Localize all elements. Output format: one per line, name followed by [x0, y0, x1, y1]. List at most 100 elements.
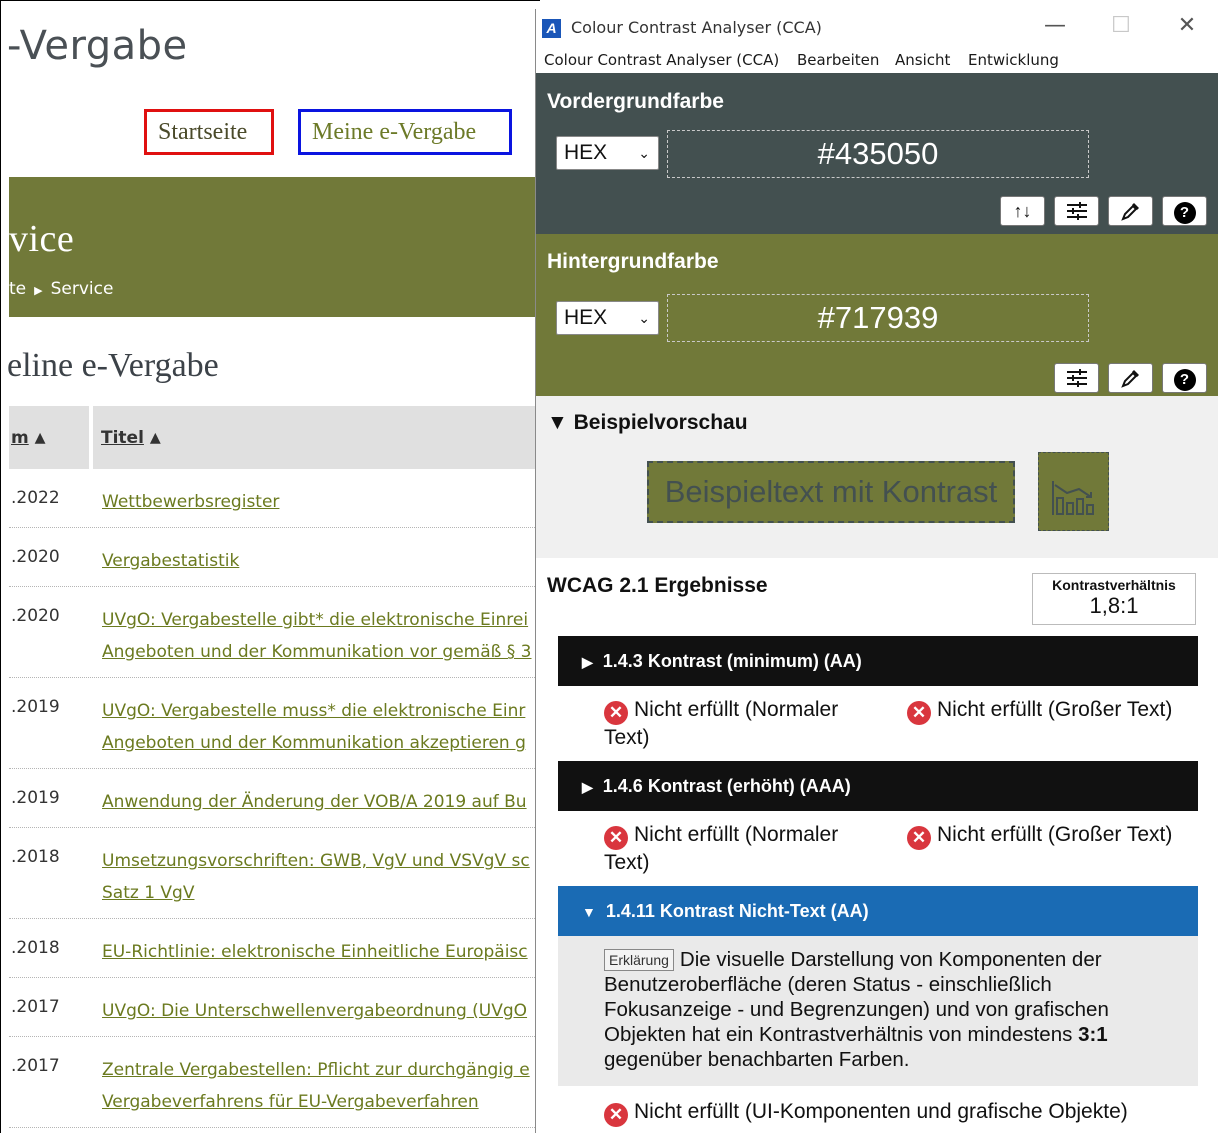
table-row: .2019 Anwendung der Änderung der VOB/A 20…: [9, 769, 540, 828]
row-title-link[interactable]: Umsetzungsvorschriften: GWB, VgV und VSV…: [102, 845, 540, 909]
row-title-line[interactable]: Angeboten und der Kommunikation akzeptie…: [102, 727, 540, 759]
background-help-button[interactable]: ?: [1162, 363, 1207, 393]
row-date: .2020: [11, 547, 60, 567]
row-title-link[interactable]: Vergabestatistik: [102, 545, 540, 577]
result-large-text-1-4-3: ✕ Nicht erfüllt (Großer Text): [907, 697, 1207, 725]
section-title: eline e-Vergabe: [7, 347, 219, 384]
row-title-line[interactable]: Vergabestatistik: [102, 545, 540, 577]
row-title-line[interactable]: UVgO: Vergabestelle muss* die elektronis…: [102, 695, 540, 727]
background-hex-input[interactable]: #717939: [667, 294, 1089, 342]
results-section: WCAG 2.1 Ergebnisse Kontrastverhältnis 1…: [536, 558, 1218, 1133]
row-title-line[interactable]: UVgO: Die Unterschwellenvergabeordnung (…: [102, 995, 540, 1027]
foreground-label: Vordergrundfarbe: [547, 90, 724, 113]
background-sliders-button[interactable]: [1054, 363, 1099, 393]
row-title-link[interactable]: UVgO: Die Unterschwellenvergabeordnung (…: [102, 995, 540, 1027]
row-title-link[interactable]: Anwendung der Änderung der VOB/A 2019 au…: [102, 786, 540, 818]
row-title-link[interactable]: Zentrale Vergabestellen: Pflicht zur dur…: [102, 1054, 540, 1118]
contrast-ratio-box: Kontrastverhältnis 1,8:1: [1032, 573, 1196, 625]
foreground-hex-input[interactable]: #435050: [667, 130, 1089, 178]
criterion-1-4-11-toggle[interactable]: ▼ 1.4.11 Kontrast Nicht-Text (AA): [558, 886, 1198, 936]
menu-app[interactable]: Colour Contrast Analyser (CCA): [544, 51, 779, 69]
background-label: Hintergrundfarbe: [547, 250, 719, 273]
result-large-text-1-4-6: ✕ Nicht erfüllt (Großer Text): [907, 822, 1207, 850]
swap-colors-button[interactable]: ↑↓: [1000, 196, 1045, 226]
eyedropper-icon: [1120, 203, 1139, 221]
foreground-help-button[interactable]: ?: [1162, 196, 1207, 226]
triangle-right-icon: ▶: [582, 779, 593, 795]
menu-entwicklung[interactable]: Entwicklung: [968, 51, 1059, 69]
row-title-line[interactable]: Angeboten und der Kommunikation vor gemä…: [102, 636, 540, 668]
row-title-link[interactable]: UVgO: Vergabestelle gibt* die elektronis…: [102, 604, 540, 668]
breadcrumb-prev[interactable]: te: [9, 279, 26, 299]
nav-startseite-link[interactable]: Startseite: [144, 109, 274, 155]
fail-icon: ✕: [604, 826, 628, 850]
explanation-text: Erklärung Die visuelle Darstellung von Ko…: [604, 948, 1109, 1071]
row-title-line[interactable]: Zentrale Vergabestellen: Pflicht zur dur…: [102, 1054, 540, 1086]
news-table-body: .2022 Wettbewerbsregister .2020 Vergabestat…: [9, 469, 540, 1128]
sort-up-icon: ▲: [149, 429, 161, 446]
page-title: vice: [9, 218, 75, 260]
criterion-1-4-11-details: Erklärung Die visuelle Darstellung von Ko…: [558, 936, 1198, 1086]
preview-heading: Beispielvorschau: [573, 411, 748, 434]
triangle-right-icon: ▶: [582, 654, 593, 670]
column-header-title[interactable]: Titel ▲: [93, 406, 540, 469]
column-header-date[interactable]: m ▲: [9, 406, 89, 469]
contrast-ratio-label: Kontrastverhältnis: [1052, 577, 1176, 593]
row-title-link[interactable]: Wettbewerbsregister: [102, 486, 540, 518]
preview-sample-text: Beispieltext mit Kontrast: [647, 461, 1015, 523]
minimize-button[interactable]: —: [1032, 11, 1078, 45]
row-title-link[interactable]: UVgO: Vergabestelle muss* die elektronis…: [102, 695, 540, 759]
maximize-button[interactable]: ☐: [1098, 11, 1144, 45]
sliders-icon: [1066, 369, 1087, 387]
background-picker-button[interactable]: [1108, 363, 1153, 393]
fail-icon: ✕: [907, 701, 931, 725]
row-title-line[interactable]: Vergabeverfahrens für EU-Vergabeverfahre…: [102, 1086, 540, 1118]
row-title-line[interactable]: EU-Richtlinie: elektronische Einheitlich…: [102, 936, 540, 968]
background-panel: Hintergrundfarbe HEX ⌄ #717939 ?: [536, 234, 1218, 396]
fail-icon: ✕: [907, 826, 931, 850]
foreground-picker-button[interactable]: [1108, 196, 1153, 226]
row-title-line[interactable]: Anwendung der Änderung der VOB/A 2019 au…: [102, 786, 540, 818]
menu-bearbeiten[interactable]: Bearbeiten: [797, 51, 879, 69]
sliders-icon: [1066, 202, 1087, 220]
table-row: .2019 UVgO: Vergabestelle muss* die elekt…: [9, 678, 540, 769]
preview-toggle[interactable]: ▼ Beispielvorschau: [547, 411, 748, 435]
nav-meine-evergabe-link[interactable]: Meine e-Vergabe: [298, 109, 512, 155]
window-titlebar[interactable]: A Colour Contrast Analyser (CCA) — ☐ ✕: [536, 9, 1218, 45]
row-date: .2017: [11, 997, 60, 1017]
breadcrumb-current: Service: [50, 279, 114, 299]
criterion-1-4-3-toggle[interactable]: ▶ 1.4.3 Kontrast (minimum) (AA): [558, 636, 1198, 686]
row-date: .2019: [11, 697, 60, 717]
row-date: .2017: [11, 1056, 60, 1076]
app-logo-icon: A: [542, 19, 561, 38]
table-header: m ▲ Titel ▲: [9, 406, 540, 469]
breadcrumb-separator-icon: ▶: [34, 284, 43, 297]
window-title: Colour Contrast Analyser (CCA): [571, 18, 822, 37]
page-banner: vice te ▶ Service: [9, 177, 540, 317]
row-date: .2019: [11, 788, 60, 808]
foreground-format-select[interactable]: HEX ⌄: [556, 136, 659, 170]
explanation-button[interactable]: Erklärung: [604, 949, 674, 971]
website-page: -Vergabe Startseite Meine e-Vergabe vice…: [0, 0, 540, 1133]
row-date: .2020: [11, 606, 60, 626]
table-row: .2017 UVgO: Die Unterschwellenvergabeordn…: [9, 978, 540, 1037]
criterion-1-4-6-toggle[interactable]: ▶ 1.4.6 Kontrast (erhöht) (AAA): [558, 761, 1198, 811]
sort-up-icon: ▲: [34, 429, 46, 446]
foreground-panel: Vordergrundfarbe HEX ⌄ #435050 ↑↓ ?: [536, 73, 1218, 234]
menu-ansicht[interactable]: Ansicht: [895, 51, 950, 69]
results-heading: WCAG 2.1 Ergebnisse: [547, 574, 768, 597]
row-title-line[interactable]: Wettbewerbsregister: [102, 486, 540, 518]
chevron-down-icon: ⌄: [638, 310, 650, 326]
close-button[interactable]: ✕: [1164, 11, 1210, 45]
color-sliders-button[interactable]: [1054, 196, 1099, 226]
table-row: .2022 Wettbewerbsregister: [9, 469, 540, 528]
row-title-line[interactable]: Satz 1 VgV: [102, 877, 540, 909]
triangle-down-icon: ▼: [547, 411, 568, 434]
triangle-down-icon: ▼: [582, 904, 596, 920]
chart-preview-icon: [1038, 452, 1109, 531]
help-icon: ?: [1173, 369, 1196, 391]
row-title-line[interactable]: UVgO: Vergabestelle gibt* die elektronis…: [102, 604, 540, 636]
row-title-line[interactable]: Umsetzungsvorschriften: GWB, VgV und VSV…: [102, 845, 540, 877]
background-format-select[interactable]: HEX ⌄: [556, 301, 659, 335]
row-title-link[interactable]: EU-Richtlinie: elektronische Einheitlich…: [102, 936, 540, 968]
